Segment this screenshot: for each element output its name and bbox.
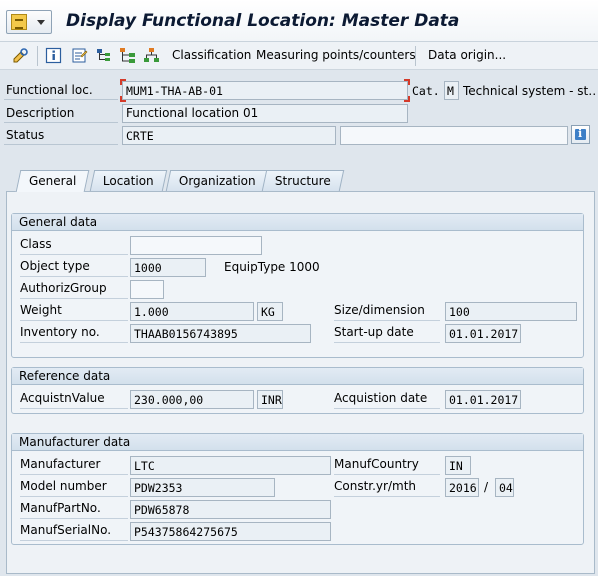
classification-button[interactable]: Classification bbox=[172, 48, 251, 62]
tab-label: Organization bbox=[178, 174, 256, 188]
funcloc-label: Functional loc. bbox=[6, 83, 93, 97]
reference-data-group: Reference data AcquistnValue 230.000,00 … bbox=[11, 367, 584, 414]
currency-field[interactable]: INR bbox=[257, 390, 283, 409]
manuf-serial-label: ManufSerialNo. bbox=[20, 521, 128, 541]
description-label-box: Description bbox=[4, 103, 118, 123]
inventory-field[interactable]: THAAB0156743895 bbox=[130, 324, 311, 343]
structure-list-icon[interactable] bbox=[119, 47, 136, 64]
object-type-label: Object type bbox=[20, 257, 128, 277]
acq-value-label: AcquistnValue bbox=[20, 389, 128, 409]
manufacturer-label: Manufacturer bbox=[20, 455, 128, 475]
constr-year-month-label: Constr.yr/mth bbox=[334, 477, 440, 497]
category-field[interactable]: M bbox=[444, 81, 459, 100]
application-toolbar: Classification Measuring points/counters… bbox=[0, 42, 598, 70]
status-label: Status bbox=[6, 128, 45, 142]
system-menu-button[interactable] bbox=[6, 10, 52, 34]
group-title: Reference data bbox=[12, 368, 583, 385]
data-origin-button[interactable]: Data origin... bbox=[428, 48, 506, 62]
inventory-label: Inventory no. bbox=[20, 323, 128, 343]
document-icon[interactable] bbox=[71, 47, 88, 64]
description-field[interactable]: Functional location 01 bbox=[122, 104, 408, 123]
object-type-field[interactable]: 1000 bbox=[130, 258, 206, 277]
model-number-label: Model number bbox=[20, 477, 128, 497]
description-label: Description bbox=[6, 106, 75, 120]
manufacturer-field[interactable]: LTC bbox=[130, 456, 331, 475]
constr-year-field[interactable]: 2016 bbox=[445, 478, 479, 497]
funcloc-field[interactable]: MUM1-THA-AB-01 bbox=[122, 81, 408, 100]
group-title: General data bbox=[12, 214, 583, 231]
acq-date-label: Acquistion date bbox=[334, 389, 440, 409]
info-icon[interactable] bbox=[45, 47, 62, 64]
weight-field[interactable]: 1.000 bbox=[130, 302, 254, 321]
startup-date-field[interactable]: 01.01.2017 bbox=[445, 324, 521, 343]
general-data-group: General data Class Object type 1000 Equi… bbox=[11, 213, 584, 358]
equip-type-text: EquipType 1000 bbox=[224, 260, 320, 274]
manuf-country-field[interactable]: IN bbox=[445, 456, 471, 475]
toolbar-separator bbox=[37, 46, 38, 66]
hierarchy-icon[interactable] bbox=[96, 47, 113, 64]
status-info-icon[interactable] bbox=[571, 125, 590, 144]
menu-icon bbox=[11, 14, 27, 30]
class-label: Class bbox=[20, 235, 128, 255]
class-field[interactable] bbox=[130, 236, 262, 255]
tab-label: Structure bbox=[274, 174, 331, 188]
tab-location[interactable]: Location bbox=[89, 170, 167, 191]
tab-organization[interactable]: Organization bbox=[165, 170, 269, 191]
title-bar: Display Functional Location: Master Data bbox=[0, 0, 598, 42]
focus-corner bbox=[404, 79, 410, 85]
group-title: Manufacturer data bbox=[12, 434, 583, 451]
focus-corner bbox=[404, 96, 410, 102]
tab-label: General bbox=[29, 174, 77, 188]
size-label: Size/dimension bbox=[334, 301, 440, 321]
weight-label: Weight bbox=[20, 301, 128, 321]
tab-general[interactable]: General bbox=[15, 170, 90, 192]
tab-structure[interactable]: Structure bbox=[261, 170, 345, 191]
startup-date-label: Start-up date bbox=[334, 323, 440, 343]
authoriz-group-label: AuthorizGroup bbox=[20, 279, 128, 299]
display-change-icon[interactable] bbox=[12, 47, 29, 64]
status-field[interactable]: CRTE bbox=[122, 126, 336, 145]
category-label: Cat. bbox=[412, 84, 440, 98]
chevron-down-icon bbox=[37, 20, 45, 25]
tab-label: Location bbox=[102, 174, 154, 188]
weight-unit-field[interactable]: KG bbox=[257, 302, 283, 321]
manuf-part-label: ManufPartNo. bbox=[20, 499, 128, 519]
focus-corner bbox=[120, 96, 126, 102]
funcloc-label-box: Functional loc. bbox=[4, 80, 118, 100]
page-title: Display Functional Location: Master Data bbox=[66, 11, 460, 31]
category-description: Technical system - st… bbox=[463, 84, 597, 98]
focus-corner bbox=[120, 79, 126, 85]
status-label-box: Status bbox=[4, 125, 118, 145]
manufacturer-data-group: Manufacturer data Manufacturer LTC Manuf… bbox=[11, 433, 584, 545]
structure-tree-icon[interactable] bbox=[143, 47, 160, 64]
toolbar-separator bbox=[415, 46, 416, 66]
size-field[interactable]: 100 bbox=[445, 302, 577, 321]
measuring-points-button[interactable]: Measuring points/counters bbox=[256, 48, 416, 62]
acq-value-field[interactable]: 230.000,00 bbox=[130, 390, 254, 409]
acq-date-field[interactable]: 01.01.2017 bbox=[445, 390, 521, 409]
model-number-field[interactable]: PDW2353 bbox=[130, 478, 275, 497]
status-detail-field[interactable] bbox=[340, 126, 568, 145]
authoriz-group-field[interactable] bbox=[130, 280, 164, 299]
manuf-serial-field[interactable]: P54375864275675 bbox=[130, 522, 331, 541]
constr-month-field[interactable]: 04 bbox=[495, 478, 514, 497]
manuf-country-label: ManufCountry bbox=[334, 455, 440, 475]
manuf-part-field[interactable]: PDW65878 bbox=[130, 500, 331, 519]
constr-separator: / bbox=[484, 480, 489, 494]
